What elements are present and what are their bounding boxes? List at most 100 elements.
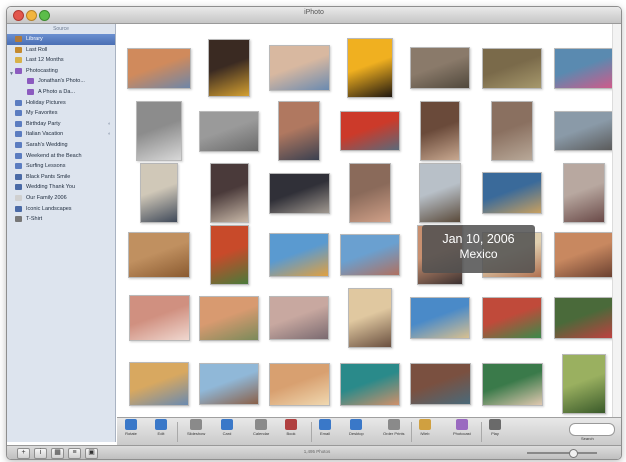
sidebar-item-label: Holiday Pictures — [26, 99, 66, 106]
iweb-icon — [419, 419, 431, 430]
vertical-scrollbar[interactable] — [612, 24, 621, 417]
photo-thumbnail[interactable] — [268, 362, 330, 406]
sidebar-item[interactable]: Surfing Lessons — [7, 161, 115, 172]
photo-thumbnail[interactable] — [419, 163, 461, 223]
photo-thumbnail[interactable] — [199, 110, 259, 152]
edit-button[interactable]: Edit — [155, 419, 167, 436]
book-button[interactable]: Book — [285, 419, 297, 436]
show-selection-button[interactable]: ▣ — [85, 448, 98, 459]
photo-thumbnail[interactable] — [482, 172, 542, 214]
order-prints-button[interactable]: Order Prints — [383, 419, 405, 436]
rotate-button[interactable]: Rotate — [125, 419, 137, 436]
sidebar-item[interactable]: Jonathan's Photo... — [7, 76, 115, 87]
card-button[interactable]: Card — [221, 419, 233, 436]
photo-thumbnail[interactable] — [481, 362, 543, 406]
photo-thumbnail[interactable] — [491, 101, 533, 161]
photo-thumbnail[interactable] — [278, 101, 320, 161]
photo-thumbnail[interactable] — [208, 39, 250, 97]
sidebar-item[interactable]: Black Pants Smile — [7, 172, 115, 183]
roll-icon — [15, 46, 22, 53]
photo-thumbnail[interactable] — [199, 363, 259, 405]
photo-thumbnail[interactable] — [209, 225, 249, 285]
photo-thumbnail[interactable] — [562, 354, 606, 414]
photo-thumbnail[interactable] — [340, 234, 400, 276]
photo-thumbnail[interactable] — [199, 295, 259, 341]
photo-thumbnail[interactable] — [482, 297, 542, 339]
sidebar-item-label: Our Family 2006 — [26, 194, 67, 201]
play-button[interactable]: Play — [489, 419, 501, 436]
sidebar-item[interactable]: Last 12 Months — [7, 55, 115, 66]
sync-status-icon: ◐ — [107, 120, 111, 127]
photo-thumbnail[interactable] — [347, 38, 393, 98]
toolbar-separator — [177, 422, 178, 442]
photo-thumbnail[interactable] — [128, 232, 190, 278]
photo-thumbnail[interactable] — [563, 163, 605, 223]
photo-thumbnail[interactable] — [268, 172, 330, 214]
slider-knob[interactable] — [569, 449, 578, 458]
sidebar-item[interactable]: Sarah's Wedding — [7, 140, 115, 151]
desktop-button[interactable]: Desktop — [349, 419, 364, 436]
sidebar-item[interactable]: Weekend at the Beach — [7, 151, 115, 162]
photo-thumbnail[interactable] — [554, 111, 614, 151]
photo-thumbnail[interactable] — [340, 362, 400, 406]
sidebar-item-label: Photocasting — [26, 67, 58, 74]
photo-thumbnail[interactable] — [140, 163, 178, 223]
photo-thumbnail[interactable] — [340, 111, 400, 151]
sidebar-item-label: Last 12 Months — [26, 57, 64, 64]
sidebar-item[interactable]: Holiday Pictures — [7, 98, 115, 109]
photo-thumbnail[interactable] — [127, 47, 191, 89]
email-icon — [319, 419, 331, 430]
add-album-button[interactable]: + — [17, 448, 30, 459]
sidebar-item[interactable]: Iconic Landscapes — [7, 204, 115, 215]
photo-thumbnail[interactable] — [482, 47, 542, 89]
photo-thumbnail[interactable] — [348, 288, 392, 348]
photo-thumbnail[interactable] — [420, 101, 460, 161]
sidebar-item[interactable]: Birthday Party ◐ — [7, 119, 115, 130]
photo-thumbnail[interactable] — [554, 297, 614, 339]
sidebar-item[interactable]: Italian Vacation ◐ — [7, 129, 115, 140]
sidebar-item[interactable]: Our Family 2006 — [7, 193, 115, 204]
photo-thumbnail[interactable] — [269, 233, 329, 277]
photocast-button[interactable]: Photocast — [453, 419, 471, 436]
sidebar-item-label: Wedding Thank You — [26, 184, 76, 191]
rotate-icon — [125, 419, 137, 430]
photo-thumbnail[interactable] — [136, 101, 182, 161]
sidebar-item[interactable]: Last Roll — [7, 45, 115, 56]
book-icon — [285, 419, 297, 430]
photo-thumbnail[interactable] — [129, 362, 189, 406]
slideshow-icon — [190, 419, 203, 430]
book-icon — [15, 205, 22, 212]
toolbar-button-label: Play — [491, 431, 499, 436]
sidebar-item[interactable]: Wedding Thank You — [7, 182, 115, 193]
toolbar-button-label: Email — [319, 431, 330, 436]
photo-thumbnail[interactable] — [554, 47, 614, 89]
photo-thumbnail[interactable] — [409, 363, 471, 405]
card-icon — [15, 184, 22, 191]
sidebar-item[interactable]: Library — [7, 34, 115, 45]
sidebar-item[interactable]: A Photo a Da... — [7, 87, 115, 98]
info-button[interactable]: i — [34, 448, 47, 459]
slideshow-button[interactable]: Slideshow — [187, 419, 205, 436]
keywords-button[interactable]: ≡ — [68, 448, 81, 459]
calendar-button[interactable]: Calendar — [253, 419, 269, 436]
photo-thumbnail[interactable] — [268, 45, 330, 91]
photo-info-tooltip: Jan 10, 2006 Mexico — [422, 225, 535, 273]
sidebar-item[interactable]: T-Shirt — [7, 214, 115, 225]
photo-thumbnail[interactable] — [554, 232, 614, 278]
sidebar-item[interactable]: ▼ Photocasting — [7, 66, 115, 77]
photo-thumbnail[interactable] — [209, 163, 249, 223]
photo-thumbnail[interactable] — [410, 297, 470, 339]
thumbnail-size-slider[interactable] — [527, 452, 597, 454]
sidebar-item-label: A Photo a Da... — [38, 88, 75, 95]
search-field[interactable] — [569, 423, 615, 436]
photo-thumbnail[interactable] — [269, 296, 329, 340]
sidebar-item-label: Surfing Lessons — [26, 163, 66, 170]
photo-thumbnail[interactable] — [349, 163, 391, 223]
photo-thumbnail[interactable] — [410, 47, 470, 89]
photo-thumbnail[interactable] — [128, 295, 190, 341]
sidebar-item[interactable]: My Favorites — [7, 108, 115, 119]
email-button[interactable]: Email — [319, 419, 331, 436]
calendar-button[interactable]: ▦ — [51, 448, 64, 459]
toolbar-button-label: Book — [286, 431, 296, 436]
iweb-button[interactable]: iWeb — [419, 419, 431, 436]
